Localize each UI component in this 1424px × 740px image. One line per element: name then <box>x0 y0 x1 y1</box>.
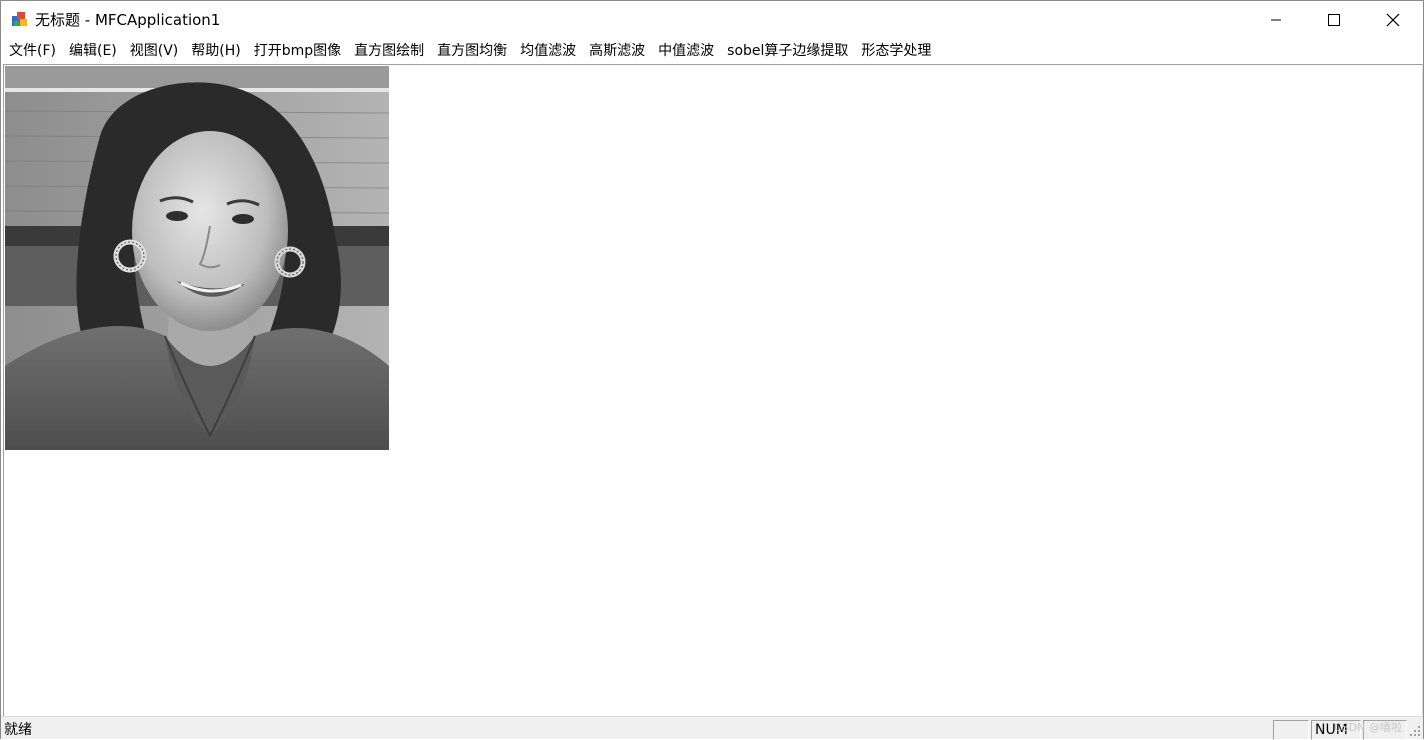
mfc-app-icon <box>12 12 27 26</box>
document-view[interactable] <box>3 64 1423 716</box>
close-icon <box>1386 13 1400 26</box>
loaded-bmp-image <box>5 66 389 450</box>
menu-mean-filter[interactable]: 均值滤波 <box>514 39 583 63</box>
title-bar[interactable]: 无标题 - MFCApplication1 <box>1 1 1423 38</box>
menu-histogram-equalize[interactable]: 直方图均衡 <box>431 39 514 63</box>
menu-median-filter[interactable]: 中值滤波 <box>652 39 721 63</box>
menu-view[interactable]: 视图(V) <box>124 39 186 63</box>
maximize-button[interactable] <box>1305 1 1363 38</box>
menu-sobel-edge[interactable]: sobel算子边缘提取 <box>721 39 855 63</box>
caps-indicator <box>1273 720 1309 740</box>
menu-gaussian-filter[interactable]: 高斯滤波 <box>583 39 652 63</box>
status-message: 就绪 <box>4 722 32 738</box>
resize-grip-icon[interactable] <box>1409 725 1421 737</box>
menu-morphology[interactable]: 形态学处理 <box>855 39 938 63</box>
status-bar: 就绪 NUM CSDN @嘻啦 <box>1 716 1423 740</box>
menu-histogram-draw[interactable]: 直方图绘制 <box>348 39 431 63</box>
menu-edit[interactable]: 编辑(E) <box>63 39 124 63</box>
maximize-icon <box>1328 13 1340 26</box>
window-title: 无标题 - MFCApplication1 <box>35 11 221 29</box>
menu-help[interactable]: 帮助(H) <box>185 39 247 63</box>
minimize-icon <box>1271 19 1281 20</box>
watermark-text: CSDN @嘻啦 <box>1334 721 1402 734</box>
menu-file[interactable]: 文件(F) <box>3 39 63 63</box>
menu-bar: 文件(F) 编辑(E) 视图(V) 帮助(H) 打开bmp图像 直方图绘制 直方… <box>1 38 1423 64</box>
menu-open-bmp[interactable]: 打开bmp图像 <box>248 39 348 63</box>
close-button[interactable] <box>1364 1 1422 38</box>
portrait-image <box>5 66 389 450</box>
minimize-button[interactable] <box>1247 1 1305 38</box>
app-window: 无标题 - MFCApplication1 文件(F) 编辑(E) 视图(V) … <box>0 0 1424 740</box>
